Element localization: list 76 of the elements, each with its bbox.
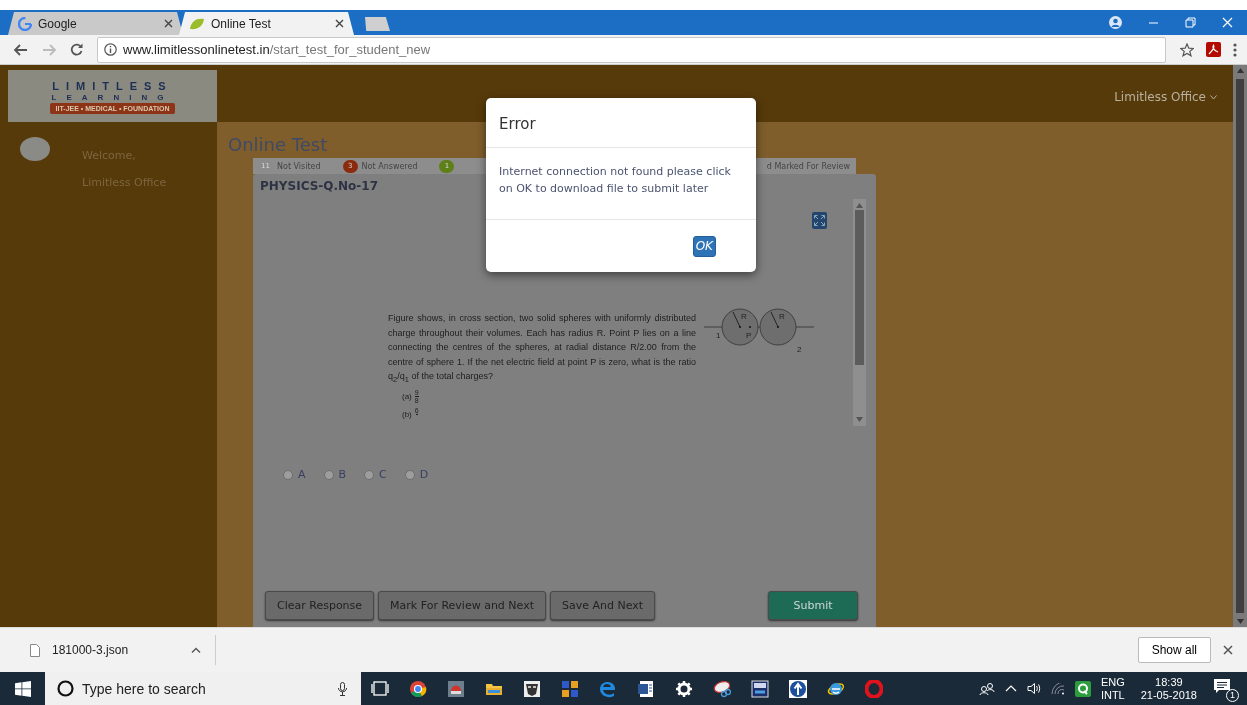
language-indicator[interactable]: ENG INTL <box>1100 675 1125 702</box>
address-field[interactable]: www.limitlessonlinetest.in/start_test_for_student_new <box>97 36 1166 63</box>
q-square-icon[interactable] <box>1074 680 1091 697</box>
close-icon[interactable] <box>335 19 344 28</box>
diagram-label: P <box>746 331 752 340</box>
user-menu[interactable]: Limitless Office <box>1114 70 1233 104</box>
scroll-up-icon[interactable] <box>1236 68 1244 73</box>
reload-icon[interactable] <box>70 43 83 56</box>
close-icon[interactable] <box>164 19 173 28</box>
caret-icon <box>1210 94 1217 100</box>
caret-up-icon[interactable] <box>191 647 201 653</box>
dialog-message: Internet connection not found please click on OK to download file to submit later <box>486 148 756 220</box>
scroll-down-icon[interactable] <box>1236 619 1244 624</box>
legend-label: d Marked For Review <box>766 161 851 171</box>
profile-icon[interactable] <box>1109 16 1122 29</box>
microphone-icon[interactable] <box>338 681 347 696</box>
submit-button[interactable]: Submit <box>768 591 858 620</box>
gear-icon[interactable] <box>675 679 693 698</box>
diagram-label: 2 <box>797 345 802 354</box>
notification-badge: 1 <box>1226 688 1239 702</box>
show-all-button[interactable]: Show all <box>1137 637 1211 663</box>
menu-icon[interactable] <box>1233 42 1237 57</box>
action-button[interactable]: Save And Next <box>550 591 656 620</box>
speaker-icon[interactable] <box>1026 682 1041 695</box>
search-box[interactable]: Type here to search <box>45 672 361 705</box>
action-button[interactable]: Clear Response <box>265 591 375 620</box>
chevron-up-icon[interactable] <box>1004 685 1017 692</box>
answer-option[interactable]: A <box>283 468 306 481</box>
action-button[interactable]: Mark For Review and Next <box>378 591 546 620</box>
document-icon[interactable] <box>637 679 655 698</box>
page-title: Online Test <box>228 135 329 155</box>
dialog-title: Error <box>486 98 756 148</box>
colored-blocks-icon[interactable] <box>561 679 579 698</box>
browser-tab[interactable]: Online Test <box>179 12 354 35</box>
answer-option[interactable]: B <box>323 468 347 481</box>
window-app-icon[interactable] <box>751 679 769 698</box>
avatar <box>20 137 50 161</box>
ring-icon[interactable] <box>865 679 883 698</box>
mask-icon[interactable] <box>523 679 541 698</box>
back-arrow-icon[interactable] <box>14 43 28 56</box>
close-icon[interactable] <box>1223 645 1233 655</box>
download-item[interactable]: 181000-3.json <box>30 635 216 665</box>
diagram-label: 1 <box>716 331 721 340</box>
e-shape-icon[interactable] <box>599 679 617 698</box>
g-letter-icon <box>18 16 32 31</box>
logo-subword: LEARNING <box>51 93 174 102</box>
question-title: PHYSICS-Q.No-17 <box>260 179 378 193</box>
scissors-icon[interactable] <box>713 679 731 698</box>
legend-label: Not Answered <box>361 161 418 171</box>
answer-option[interactable]: D <box>404 468 429 481</box>
wifi-signal-icon[interactable] <box>1050 682 1065 695</box>
browser-tab[interactable]: Google <box>8 12 183 35</box>
windows-logo-icon[interactable] <box>14 680 31 697</box>
info-icon <box>104 43 117 56</box>
task-view-icon[interactable] <box>371 679 389 698</box>
restore-icon[interactable] <box>1185 17 1196 28</box>
up-arrow-circle-icon[interactable] <box>789 679 807 698</box>
dome-app-icon[interactable] <box>447 679 465 698</box>
star-icon[interactable] <box>1180 42 1194 57</box>
logo-word: LIMITLESS <box>52 80 173 92</box>
colorful-circle-icon[interactable] <box>409 679 427 698</box>
pdf-icon[interactable] <box>1206 42 1221 57</box>
file-icon <box>30 643 40 657</box>
cortana-ring-icon <box>57 680 74 697</box>
question-text: Figure shows, in cross section, two solid spheres with uniformly distributed charge throughout their volumes. Each has radius R. Point P lies on a line connecting the centres of the spheres, at radial distance R/2.00 from the centre of sphere 1. If the net electric field at point P is zero, what is the ratio q$_{2}$/q$_{1}$ of the total charges? <box>388 312 696 386</box>
search-field[interactable]: Type here to search <box>82 680 330 697</box>
speech-bubble-icon[interactable] <box>1213 677 1231 695</box>
diagram-label: R <box>741 312 747 321</box>
ok-button[interactable]: OK <box>692 235 716 257</box>
people-icon[interactable] <box>978 681 995 696</box>
clock[interactable]: 18:39 21-05-2018 <box>1140 675 1197 702</box>
diagram-label: R <box>779 312 785 321</box>
answer-option[interactable]: C <box>364 468 387 481</box>
leaf-icon <box>189 16 205 31</box>
legend-label: Not Visited <box>277 161 321 171</box>
expand-icon[interactable] <box>812 212 827 229</box>
